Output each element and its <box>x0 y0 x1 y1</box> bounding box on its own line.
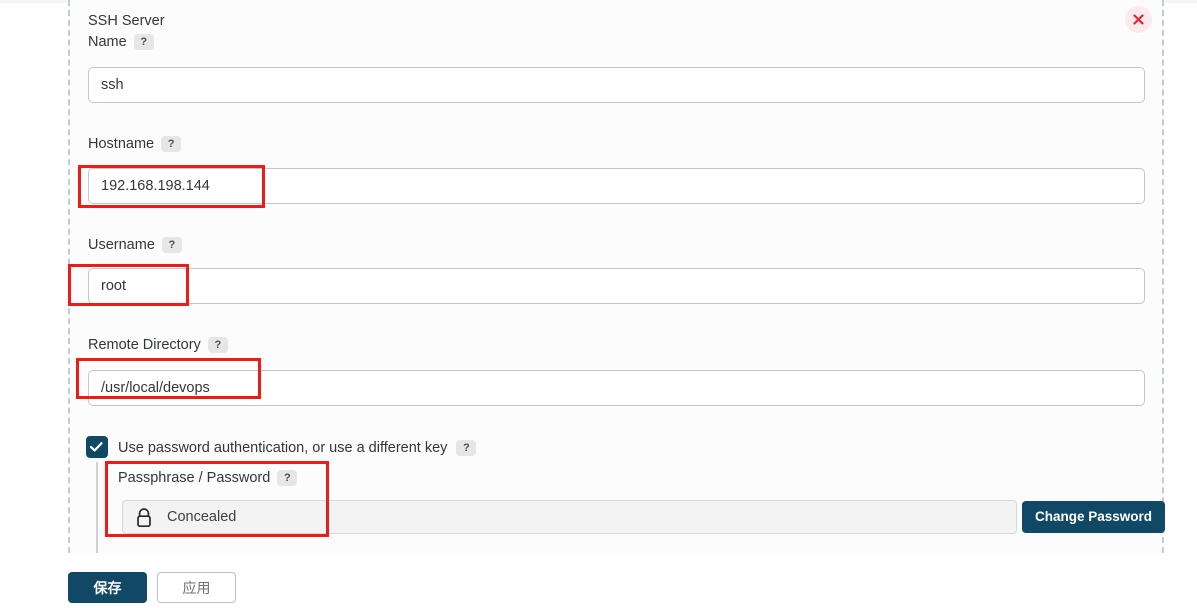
help-icon-username[interactable]: ? <box>161 237 182 254</box>
apply-button[interactable]: 应用 <box>157 572 236 603</box>
help-icon-password-auth[interactable]: ? <box>456 440 477 457</box>
username-label-text: Username <box>88 237 155 253</box>
remote-directory-label: Remote Directory? <box>88 335 228 356</box>
hostname-label: Hostname? <box>88 134 182 155</box>
annotation-box-passphrase <box>105 461 329 537</box>
password-auth-checkbox[interactable] <box>86 436 108 458</box>
annotation-box-hostname <box>78 165 265 208</box>
change-password-button[interactable]: Change Password <box>1022 501 1166 533</box>
ssh-server-name-label-line1: SSH Server <box>88 13 165 29</box>
help-icon-hostname[interactable]: ? <box>161 136 182 153</box>
close-icon[interactable] <box>1125 6 1152 33</box>
help-icon-ssh-server-name[interactable]: ? <box>133 34 154 51</box>
help-icon-remote-directory[interactable]: ? <box>207 337 228 354</box>
annotation-box-remote-directory <box>76 358 261 399</box>
footer-bar: 保存 应用 <box>0 553 1197 608</box>
password-auth-checkbox-label[interactable]: Use password authentication, or use a di… <box>118 438 477 458</box>
nested-section-indent-rule <box>96 462 98 553</box>
ssh-server-name-input[interactable]: ssh <box>88 67 1145 103</box>
password-auth-checkbox-label-text: Use password authentication, or use a di… <box>118 440 448 456</box>
ssh-server-name-label-line2: Name <box>88 34 127 50</box>
annotation-box-username <box>68 264 189 306</box>
hostname-label-text: Hostname <box>88 136 155 152</box>
username-label: Username? <box>88 235 182 256</box>
remote-directory-label-text: Remote Directory <box>88 337 201 353</box>
ssh-server-name-label: SSH Server Name? <box>88 11 288 53</box>
save-button[interactable]: 保存 <box>68 572 147 603</box>
username-input[interactable]: root <box>88 268 1145 304</box>
